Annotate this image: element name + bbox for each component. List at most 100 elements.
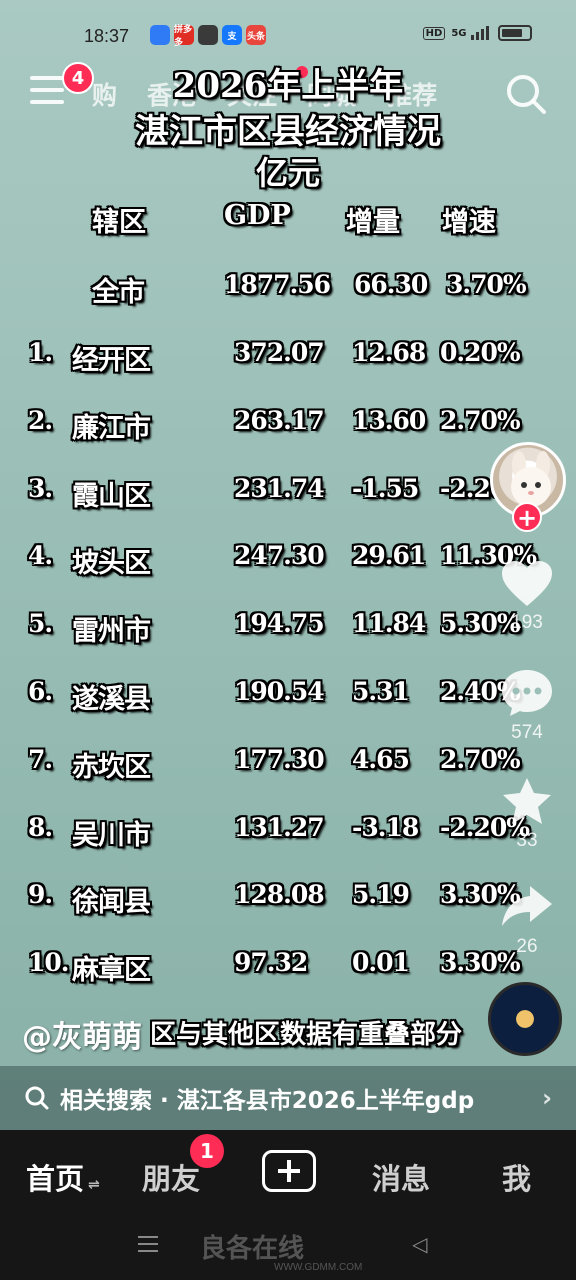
row-increase: -3.18 (352, 812, 419, 842)
row-rank: 4. (28, 541, 53, 571)
row-district: 赤坎区 (72, 751, 151, 783)
favorite-count: 33 (516, 830, 538, 851)
hd-icon: HD (422, 26, 446, 40)
row-rank: 6. (28, 677, 53, 706)
video-title-line-1: 2026年上半年 (172, 66, 404, 106)
status-indicators: HD 5G (422, 25, 532, 41)
row-district: 霞山区 (72, 480, 151, 512)
row-gdp: 190.54 (234, 677, 325, 706)
nav-me[interactable]: 我 (502, 1156, 531, 1198)
row-growth: 2.70% (440, 405, 521, 435)
row-rank: 10. (28, 948, 69, 978)
nav-friends[interactable]: 朋友 (142, 1156, 200, 1198)
header-growth: 增速 (442, 207, 496, 238)
row-increase: -1.55 (352, 473, 419, 503)
favorite-button[interactable]: 33 (496, 776, 558, 852)
follow-button[interactable]: + (512, 502, 542, 532)
video-screen[interactable]: 18:37 拼多多支头条 HD 5G 4 购香港 关注 同城 推荐 2026年上… (0, 0, 576, 1280)
row-growth: 0.20% (440, 338, 521, 367)
row-district: 麻章区 (72, 955, 151, 987)
create-button[interactable] (262, 1150, 316, 1192)
header-increase: 增量 (346, 207, 400, 238)
row-rank: 3. (28, 473, 53, 503)
nav-home-label: 首页 (26, 1162, 85, 1196)
row-increase: 12.68 (352, 338, 426, 367)
row-increase: 13.60 (352, 405, 426, 435)
chevron-right-icon: › (542, 1084, 552, 1112)
row-gdp: 177.30 (234, 744, 325, 774)
wechat-icon (198, 25, 218, 45)
friends-notification-badge: 1 (190, 1134, 224, 1168)
row-increase: 5.31 (352, 677, 410, 706)
status-app-icons: 拼多多 支头条 (150, 25, 266, 48)
row-increase: 0.01 (352, 948, 410, 978)
row-gdp: 131.27 (234, 812, 325, 842)
battery-icon (498, 25, 532, 41)
status-bar: 18:37 拼多多 支头条 HD 5G (0, 22, 576, 52)
row-district: 廉江市 (72, 412, 151, 444)
total-name: 全市 (92, 277, 145, 308)
row-increase: 11.84 (352, 609, 426, 639)
row-gdp: 247.30 (234, 541, 325, 571)
row-increase: 4.65 (352, 744, 410, 774)
row-district: 经开区 (72, 345, 151, 376)
nav-home[interactable]: 首页 ⇌ (26, 1156, 100, 1198)
comment-button[interactable]: 574 (496, 668, 558, 744)
row-increase: 29.61 (352, 541, 426, 571)
row-rank: 7. (28, 744, 53, 774)
toutiao-icon: 头条 (246, 25, 266, 45)
alipay-icon: 支 (222, 25, 242, 45)
share-count: 26 (516, 936, 538, 957)
row-gdp: 97.32 (234, 948, 308, 978)
music-disc-icon[interactable] (488, 982, 562, 1056)
row-district: 雷州市 (72, 616, 151, 648)
system-nav-bar: 良各在线 WWW.GDMM.COM ◁ (0, 1220, 576, 1280)
row-growth: 2.70% (440, 744, 521, 774)
switch-arrows-icon: ⇌ (88, 1177, 100, 1193)
signal-icon: 5G (451, 26, 492, 40)
watermark-logo: 良各在线 (200, 1234, 305, 1264)
search-icon (25, 1086, 49, 1110)
like-button[interactable]: 193 (496, 560, 558, 634)
header-district: 辖区 (92, 207, 146, 238)
comment-icon (502, 670, 552, 716)
comment-count: 574 (511, 722, 543, 743)
row-gdp: 372.07 (234, 338, 325, 367)
total-gdp: 1877.56 (224, 270, 331, 299)
video-title-unit: 亿元 (255, 154, 320, 192)
status-time: 18:37 (84, 26, 130, 46)
app-blue-icon (150, 25, 170, 45)
row-rank: 8. (28, 812, 53, 842)
row-rank: 5. (28, 609, 53, 639)
video-footnote: 区与其他区数据有重叠部分 (150, 1020, 463, 1050)
row-rank: 9. (28, 880, 53, 910)
total-increase: 66.30 (354, 270, 428, 299)
row-increase: 5.19 (352, 880, 410, 910)
total-growth: 3.70% (446, 270, 527, 299)
header-gdp: GDP (224, 200, 291, 231)
share-arrow-icon (502, 886, 552, 926)
row-district: 遂溪县 (72, 684, 151, 715)
like-count: 193 (511, 612, 543, 633)
row-rank: 2. (28, 405, 53, 435)
row-gdp: 194.75 (234, 609, 325, 639)
row-district: 坡头区 (72, 548, 151, 580)
nav-messages[interactable]: 消息 (372, 1156, 430, 1198)
row-gdp: 128.08 (234, 880, 325, 910)
recent-apps-icon[interactable] (138, 1236, 158, 1257)
share-button[interactable]: 26 (496, 882, 558, 958)
back-icon[interactable]: ◁ (412, 1232, 427, 1256)
star-icon (503, 778, 551, 824)
row-gdp: 231.74 (234, 473, 325, 503)
author-name[interactable]: @灰萌萌 (22, 1012, 142, 1056)
row-rank: 1. (28, 338, 53, 367)
row-district: 徐闻县 (72, 887, 151, 919)
watermark-url: WWW.GDMM.COM (274, 1262, 363, 1273)
video-title-line-2: 湛江市区县经济情况 (135, 112, 441, 152)
row-district: 吴川市 (72, 819, 151, 851)
heart-icon (502, 561, 552, 606)
related-search-bar[interactable]: 相关搜索 · 湛江各县市2026上半年gdp › (0, 1066, 576, 1130)
related-search-label: 相关搜索 · 湛江各县市2026上半年gdp (60, 1088, 475, 1114)
row-gdp: 263.17 (234, 405, 325, 435)
pdd-icon: 拼多多 (174, 25, 194, 48)
